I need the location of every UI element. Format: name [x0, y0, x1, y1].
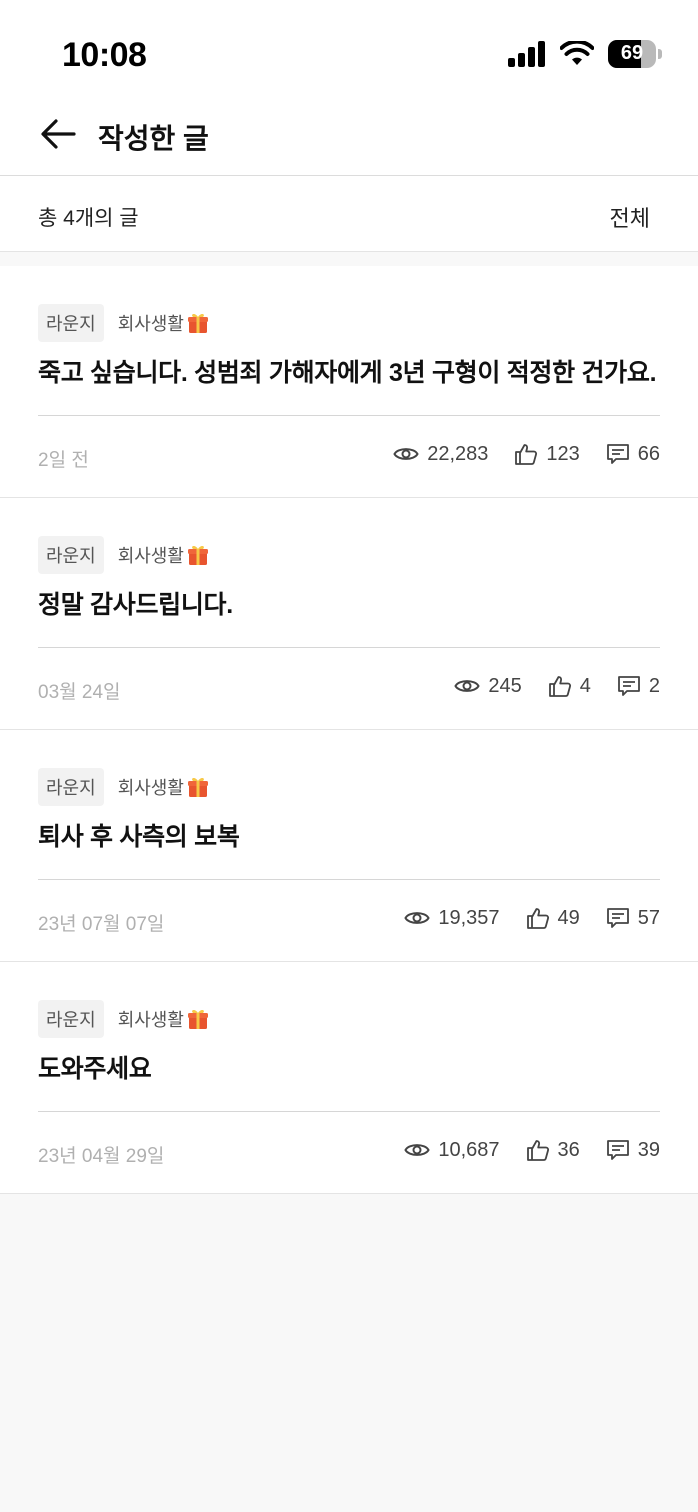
- thumbs-up-icon: [515, 444, 538, 465]
- post-title[interactable]: 정말 감사드립니다.: [38, 585, 233, 621]
- status-bar: 10:08 69: [0, 0, 698, 100]
- post-item[interactable]: 라운지 회사생활 퇴사 후 사측의 보복 23년 07월 07일 19,357 …: [0, 730, 698, 962]
- post-item[interactable]: 라운지 회사생활 죽고 싶습니다. 성범죄 가해자에게 3년 구형이 적정한 건…: [0, 266, 698, 498]
- view-count: 19,357: [404, 906, 500, 930]
- comment-count-value: 2: [648, 674, 660, 697]
- post-item[interactable]: 라운지 회사생활 도와주세요 23년 04월 29일 10,687 36 39: [0, 962, 698, 1194]
- post-meta: 라운지 회사생활: [38, 1000, 210, 1038]
- category-text: 회사생활: [117, 314, 184, 334]
- view-count: 22,283: [393, 443, 488, 466]
- post-stats: 19,357 49 57: [404, 906, 660, 930]
- gift-icon: [186, 775, 210, 799]
- category-label[interactable]: 회사생활: [118, 774, 210, 800]
- eye-icon: [404, 1144, 430, 1156]
- post-meta: 라운지 회사생활: [38, 768, 210, 806]
- divider: [38, 879, 660, 880]
- tag-badge[interactable]: 라운지: [38, 304, 104, 342]
- view-count: 245: [454, 674, 522, 698]
- category-label[interactable]: 회사생활: [118, 1006, 210, 1032]
- eye-icon: [454, 680, 481, 692]
- category-label[interactable]: 회사생활: [118, 542, 210, 568]
- category-text: 회사생활: [117, 778, 184, 798]
- post-title[interactable]: 도와주세요: [38, 1049, 152, 1085]
- post-date: 23년 07월 07일: [38, 914, 165, 935]
- like-count-value: 36: [557, 1138, 580, 1161]
- category-text: 회사생활: [117, 1010, 184, 1030]
- tag-badge[interactable]: 라운지: [38, 1000, 104, 1038]
- eye-icon: [404, 912, 430, 924]
- like-count[interactable]: 36: [526, 1138, 580, 1162]
- post-date: 23년 04월 29일: [38, 1146, 165, 1167]
- status-time: 10:08: [62, 36, 147, 74]
- filter-button[interactable]: 전체: [610, 201, 650, 233]
- view-count-value: 19,357: [438, 906, 500, 929]
- cellular-signal-icon: [508, 41, 545, 67]
- gift-icon: [186, 543, 210, 567]
- post-stats: 245 4 2: [454, 674, 660, 698]
- post-title[interactable]: 퇴사 후 사측의 보복: [38, 817, 240, 853]
- comment-count-value: 39: [637, 1138, 660, 1161]
- battery-nub: [658, 49, 662, 59]
- post-meta: 라운지 회사생활: [38, 304, 210, 342]
- comment-count[interactable]: 66: [606, 442, 660, 466]
- wifi-icon: [560, 41, 594, 65]
- post-meta: 라운지 회사생활: [38, 536, 210, 574]
- like-count-value: 4: [579, 674, 591, 697]
- comment-count[interactable]: 39: [606, 1138, 660, 1162]
- post-title[interactable]: 죽고 싶습니다. 성범죄 가해자에게 3년 구형이 적정한 건가요.: [38, 353, 657, 389]
- battery-level: 69: [620, 42, 644, 64]
- category-label[interactable]: 회사생활: [118, 310, 210, 336]
- like-count-value: 123: [546, 442, 580, 465]
- like-count[interactable]: 49: [526, 906, 580, 930]
- comment-icon: [606, 444, 629, 464]
- comment-count-value: 66: [637, 442, 660, 465]
- comment-icon: [606, 1140, 629, 1160]
- eye-icon: [393, 448, 419, 460]
- comment-count[interactable]: 2: [617, 674, 660, 698]
- gift-icon: [186, 1007, 210, 1031]
- page-title: 작성한 글: [98, 123, 209, 154]
- battery-indicator: 69: [608, 40, 662, 68]
- thumbs-up-icon: [526, 908, 549, 929]
- status-icons: 69: [508, 40, 662, 68]
- back-button[interactable]: [38, 114, 82, 154]
- post-count: 총 4개의 글: [38, 207, 139, 230]
- summary-bar: 총 4개의 글 전체: [0, 176, 698, 252]
- comment-count-value: 57: [637, 906, 660, 929]
- divider: [38, 1111, 660, 1112]
- divider: [38, 647, 660, 648]
- like-count[interactable]: 123: [514, 442, 580, 466]
- divider: [38, 415, 660, 416]
- comment-count[interactable]: 57: [606, 906, 660, 930]
- post-stats: 10,687 36 39: [404, 1138, 660, 1162]
- category-text: 회사생활: [117, 546, 184, 566]
- tag-badge[interactable]: 라운지: [38, 768, 104, 806]
- arrow-left-icon: [41, 119, 76, 149]
- like-count[interactable]: 4: [548, 674, 591, 698]
- like-count-value: 49: [557, 906, 580, 929]
- post-date: 2일 전: [38, 450, 89, 471]
- tag-badge[interactable]: 라운지: [38, 536, 104, 574]
- view-count-value: 245: [488, 674, 522, 697]
- view-count: 10,687: [404, 1138, 500, 1162]
- post-item[interactable]: 라운지 회사생활 정말 감사드립니다. 03월 24일 245 4 2: [0, 498, 698, 730]
- thumbs-up-icon: [548, 676, 571, 697]
- post-list: 라운지 회사생활 죽고 싶습니다. 성범죄 가해자에게 3년 구형이 적정한 건…: [0, 266, 698, 1194]
- view-count-value: 22,283: [427, 442, 489, 465]
- post-date: 03월 24일: [38, 682, 121, 703]
- app-header: 작성한 글: [0, 100, 698, 176]
- view-count-value: 10,687: [438, 1138, 500, 1161]
- thumbs-up-icon: [526, 1140, 549, 1161]
- gift-icon: [186, 311, 210, 335]
- post-stats: 22,283 123 66: [393, 442, 660, 466]
- comment-icon: [606, 908, 629, 928]
- battery-icon: 69: [608, 40, 656, 68]
- comment-icon: [617, 676, 640, 696]
